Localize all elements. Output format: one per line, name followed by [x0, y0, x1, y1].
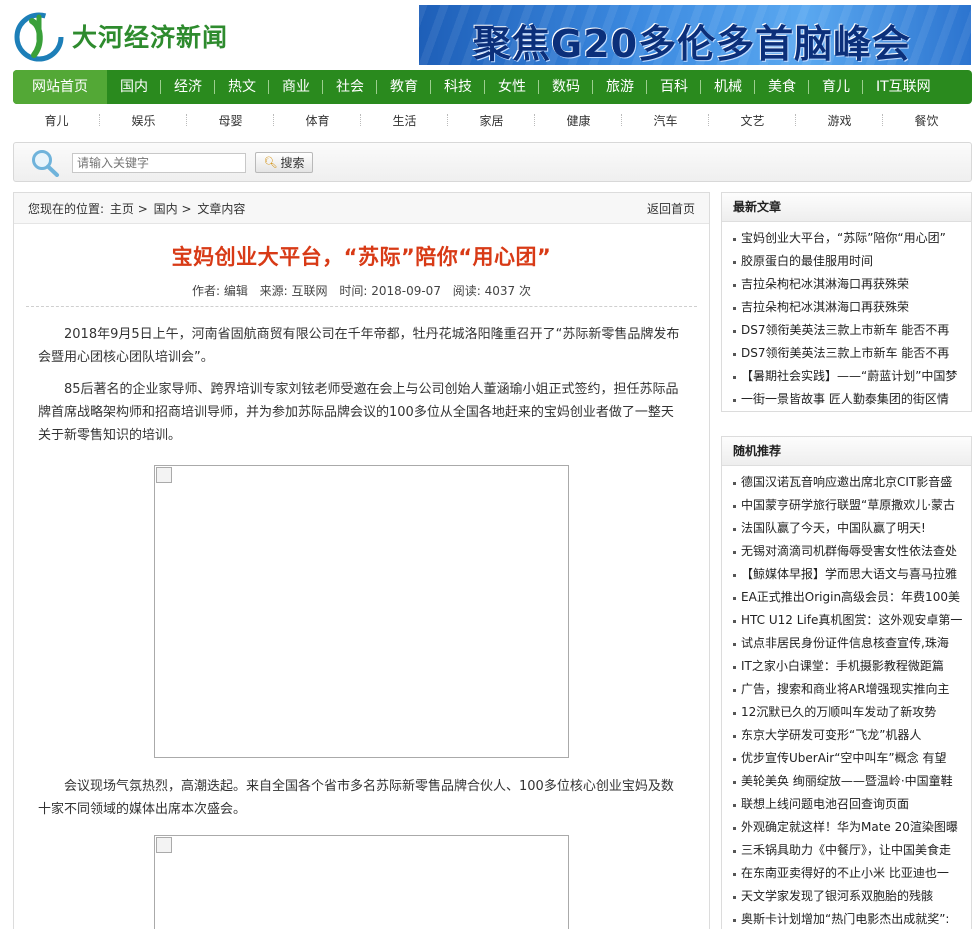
logo-icon: [14, 12, 64, 62]
nav-item[interactable]: 社会: [323, 70, 377, 104]
article-image: [154, 835, 569, 929]
sub-nav-item[interactable]: 餐饮: [883, 112, 970, 129]
search-bar: 🔍︎ 搜索: [13, 142, 972, 182]
sub-nav-item[interactable]: 育儿: [13, 112, 100, 129]
latest-articles-title: 最新文章: [722, 193, 971, 222]
search-input[interactable]: [72, 153, 246, 173]
article-panel: 您现在的位置: 主页 > 国内 > 文章内容 返回首页 宝妈创业大平台，“苏际”…: [13, 192, 710, 929]
sidebar-article-link[interactable]: EA正式推出Origin高级会员：年费100美: [733, 586, 971, 609]
article-image: [154, 465, 569, 758]
sub-nav-item[interactable]: 娱乐: [100, 112, 187, 129]
sidebar-article-link[interactable]: 德国汉诺瓦音响应邀出席北京CIT影音盛: [733, 471, 971, 494]
breadcrumb-separator: >: [181, 201, 192, 216]
magnifier-icon: 🔍︎: [263, 156, 278, 169]
sidebar-article-link[interactable]: 在东南亚卖得好的不止小米 比亚迪也一: [733, 862, 971, 885]
article-paragraph: 85后著名的企业家导师、跨界培训专家刘铉老师受邀在会上与公司创始人董涵瑜小姐正式…: [38, 382, 679, 443]
sidebar-article-link[interactable]: 【暑期社会实践】——“蔚蓝计划”中国梦: [733, 365, 971, 388]
breadcrumb-path: 您现在的位置: 主页 > 国内 > 文章内容: [28, 200, 247, 217]
sub-nav-item[interactable]: 游戏: [796, 112, 883, 129]
sidebar-article-link[interactable]: 联想上线问题电池召回查询页面: [733, 793, 971, 816]
random-recommend-title: 随机推荐: [722, 437, 971, 466]
sidebar-article-link[interactable]: 东京大学研发可变形“飞龙”机器人: [733, 724, 971, 747]
search-button[interactable]: 🔍︎ 搜索: [255, 152, 313, 173]
sidebar-article-link[interactable]: 美轮美奂 绚丽绽放——暨温岭·中国童鞋: [733, 770, 971, 793]
sub-nav-item[interactable]: 家居: [448, 112, 535, 129]
article-reads: 阅读: 4037 次: [452, 284, 532, 298]
nav-item[interactable]: 美食: [755, 70, 809, 104]
sub-nav-item[interactable]: 体育: [274, 112, 361, 129]
nav-item[interactable]: 国内: [107, 70, 161, 104]
sidebar-article-link[interactable]: 三禾锅具助力《中餐厅》，让中国美食走: [733, 839, 971, 862]
sidebar-article-link[interactable]: 外观确定就这样！华为Mate 20渲染图曝: [733, 816, 971, 839]
back-home-link[interactable]: 返回首页: [647, 200, 695, 217]
sub-nav-item[interactable]: 文艺: [709, 112, 796, 129]
sidebar-article-link[interactable]: 12沉默已久的万顺叫车发动了新攻势: [733, 701, 971, 724]
breadcrumb-separator: >: [137, 201, 148, 216]
nav-item[interactable]: 数码: [539, 70, 593, 104]
sub-nav-item[interactable]: 健康: [535, 112, 622, 129]
nav-item[interactable]: 机械: [701, 70, 755, 104]
sidebar-article-link[interactable]: 优步宣传UberAir“空中叫车”概念 有望: [733, 747, 971, 770]
sidebar-article-link[interactable]: DS7领衔美英法三款上市新车 能否不再: [733, 319, 971, 342]
search-icon: [32, 150, 59, 177]
sidebar-article-link[interactable]: 法国队赢了今天，中国队赢了明天!: [733, 517, 971, 540]
banner-text: 聚焦G20多伦多首脑峰会: [473, 22, 912, 65]
nav-item-home[interactable]: 网站首页: [13, 70, 107, 104]
sidebar-article-link[interactable]: 胶原蛋白的最佳服用时间: [733, 250, 971, 273]
article-author: 作者: 编辑: [191, 284, 248, 298]
sidebar-article-link[interactable]: 吉拉朵枸杞冰淇淋海口再获殊荣: [733, 296, 971, 319]
article-meta: 作者: 编辑 来源: 互联网 时间: 2018-09-07 阅读: 4037 次: [26, 282, 697, 307]
sidebar-article-link[interactable]: 无锡对滴滴司机群侮辱受害女性依法查处: [733, 540, 971, 563]
random-recommend-list: 德国汉诺瓦音响应邀出席北京CIT影音盛 中国蒙亨研学旅行联盟“草原撒欢儿·蒙古 法国…: [722, 466, 971, 929]
nav-item[interactable]: 热文: [215, 70, 269, 104]
sidebar-article-link[interactable]: 一街一景皆故事 匠人勤泰集团的街区情: [733, 388, 971, 411]
nav-item[interactable]: 科技: [431, 70, 485, 104]
article-paragraph: 2018年9月5日上午，河南省固航商贸有限公司在千年帝都，牡丹花城洛阳隆重召开了…: [38, 327, 680, 365]
ad-banner[interactable]: 聚焦G20多伦多首脑峰会: [419, 5, 971, 65]
article-paragraph: 会议现场气氛热烈，高潮迭起。来自全国各个省市多名苏际新零售品牌合伙人、100多位…: [38, 779, 674, 817]
breadcrumb-prefix: 您现在的位置:: [28, 201, 105, 216]
nav-item[interactable]: 旅游: [593, 70, 647, 104]
nav-item[interactable]: 商业: [269, 70, 323, 104]
sidebar-article-link[interactable]: 广告，搜索和商业将AR增强现实推向主: [733, 678, 971, 701]
sidebar-article-link[interactable]: 宝妈创业大平台，“苏际”陪你“用心团”: [733, 227, 971, 250]
sidebar-article-link[interactable]: 天文学家发现了银河系双胞胎的残骸: [733, 885, 971, 908]
site-logo[interactable]: 大河经济新闻: [12, 6, 242, 66]
article-time: 时间: 2018-09-07: [339, 284, 441, 298]
nav-item[interactable]: 教育: [377, 70, 431, 104]
nav-item[interactable]: IT互联网: [863, 70, 944, 104]
nav-item[interactable]: 经济: [161, 70, 215, 104]
nav-item[interactable]: 百科: [647, 70, 701, 104]
sidebar-article-link[interactable]: DS7领衔美英法三款上市新车 能否不再: [733, 342, 971, 365]
sub-nav-item[interactable]: 母婴: [187, 112, 274, 129]
sub-nav: 育儿 娱乐 母婴 体育 生活 家居 健康 汽车 文艺 游戏 餐饮: [13, 106, 972, 134]
sub-nav-item[interactable]: 生活: [361, 112, 448, 129]
breadcrumb: 您现在的位置: 主页 > 国内 > 文章内容 返回首页: [14, 193, 709, 224]
random-recommend-box: 随机推荐 德国汉诺瓦音响应邀出席北京CIT影音盛 中国蒙亨研学旅行联盟“草原撒欢儿…: [721, 436, 972, 929]
latest-articles-list: 宝妈创业大平台，“苏际”陪你“用心团” 胶原蛋白的最佳服用时间 吉拉朵枸杞冰淇淋海口…: [722, 222, 971, 411]
breadcrumb-current: 文章内容: [197, 201, 246, 216]
sidebar-article-link[interactable]: IT之家小白课堂：手机摄影教程微距篇: [733, 655, 971, 678]
broken-image-icon: [156, 467, 172, 483]
article-title: 宝妈创业大平台，“苏际”陪你“用心团”: [171, 245, 552, 269]
site-name: 大河经济新闻: [72, 23, 229, 52]
article-source: 来源: 互联网: [259, 284, 328, 298]
nav-item[interactable]: 育儿: [809, 70, 863, 104]
breadcrumb-section-link[interactable]: 国内: [154, 202, 178, 216]
main-nav: 网站首页 国内 经济 热文 商业 社会 教育 科技 女性 数码 旅游 百科 机械 美食 育儿 IT互联网: [13, 70, 972, 104]
search-button-label: 搜索: [280, 156, 305, 170]
sub-nav-item[interactable]: 汽车: [622, 112, 709, 129]
latest-articles-box: 最新文章 宝妈创业大平台，“苏际”陪你“用心团” 胶原蛋白的最佳服用时间 吉拉朵枸杞…: [721, 192, 972, 412]
sidebar-article-link[interactable]: HTC U12 Life真机图赏：这外观安卓第一: [733, 609, 971, 632]
breadcrumb-home-link[interactable]: 主页: [110, 202, 134, 216]
nav-item[interactable]: 女性: [485, 70, 539, 104]
sidebar-article-link[interactable]: 中国蒙亨研学旅行联盟“草原撒欢儿·蒙古: [733, 494, 971, 517]
broken-image-icon: [156, 837, 172, 853]
sidebar-article-link[interactable]: 【鲸媒体早报】学而思大语文与喜马拉雅: [733, 563, 971, 586]
header: 大河经济新闻 聚焦G20多伦多首脑峰会: [0, 0, 974, 68]
sidebar-article-link[interactable]: 奥斯卡计划增加“热门电影杰出成就奖”:: [733, 908, 971, 929]
sidebar-article-link[interactable]: 试点非居民身份证件信息核查宣传,珠海: [733, 632, 971, 655]
sidebar-article-link[interactable]: 吉拉朵枸杞冰淇淋海口再获殊荣: [733, 273, 971, 296]
